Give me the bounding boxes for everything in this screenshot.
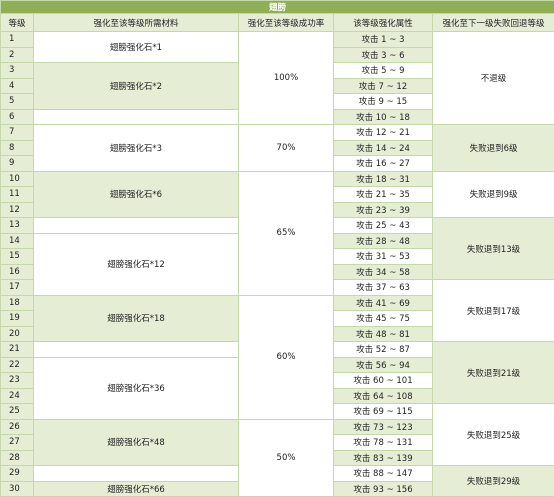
level-cell: 4 (1, 78, 34, 94)
header-level: 等级 (1, 14, 34, 32)
material-cell (34, 342, 239, 358)
level-cell: 9 (1, 156, 34, 172)
material-cell (34, 466, 239, 482)
material-cell: 翅膀强化石*6 (34, 171, 239, 218)
fallback-cell: 失败退到6级 (433, 125, 554, 172)
attribute-cell: 攻击 23 ~ 39 (334, 202, 433, 218)
level-cell: 29 (1, 466, 34, 482)
level-cell: 18 (1, 295, 34, 311)
level-cell: 24 (1, 388, 34, 404)
level-cell: 13 (1, 218, 34, 234)
level-cell: 20 (1, 326, 34, 342)
attribute-cell: 攻击 16 ~ 27 (334, 156, 433, 172)
level-cell: 27 (1, 435, 34, 451)
material-cell: 翅膀强化石*36 (34, 357, 239, 419)
level-cell: 10 (1, 171, 34, 187)
material-cell: 翅膀强化石*48 (34, 419, 239, 466)
level-cell: 2 (1, 47, 34, 63)
attribute-cell: 攻击 37 ~ 63 (334, 280, 433, 296)
attribute-cell: 攻击 5 ~ 9 (334, 63, 433, 79)
attribute-cell: 攻击 64 ~ 108 (334, 388, 433, 404)
level-cell: 5 (1, 94, 34, 110)
level-cell: 12 (1, 202, 34, 218)
attribute-cell: 攻击 73 ~ 123 (334, 419, 433, 435)
material-cell: 翅膀强化石*2 (34, 63, 239, 110)
header-fallback: 强化至下一级失败回退等级 (433, 14, 554, 32)
material-cell: 翅膀强化石*3 (34, 125, 239, 172)
level-cell: 28 (1, 450, 34, 466)
table-title: 翅膀 (1, 1, 554, 14)
attribute-cell: 攻击 48 ~ 81 (334, 326, 433, 342)
level-cell: 11 (1, 187, 34, 203)
table-row: 7翅膀强化石*370%攻击 12 ~ 21失败退到6级 (1, 125, 554, 141)
material-cell (34, 109, 239, 125)
fallback-cell: 失败退到17级 (433, 280, 554, 342)
level-cell: 26 (1, 419, 34, 435)
success-rate-cell: 70% (239, 125, 334, 172)
header-row: 等级 强化至该等级所需材料 强化至该等级成功率 该等级强化属性 强化至下一级失败… (1, 14, 554, 32)
level-cell: 1 (1, 32, 34, 48)
success-rate-cell: 60% (239, 295, 334, 419)
wing-enhance-table: 翅膀 等级 强化至该等级所需材料 强化至该等级成功率 该等级强化属性 强化至下一… (0, 0, 554, 497)
level-cell: 19 (1, 311, 34, 327)
attribute-cell: 攻击 69 ~ 115 (334, 404, 433, 420)
attribute-cell: 攻击 7 ~ 12 (334, 78, 433, 94)
header-success-rate: 强化至该等级成功率 (239, 14, 334, 32)
attribute-cell: 攻击 12 ~ 21 (334, 125, 433, 141)
level-cell: 21 (1, 342, 34, 358)
table-row: 10翅膀强化石*665%攻击 18 ~ 31失败退到9级 (1, 171, 554, 187)
attribute-cell: 攻击 60 ~ 101 (334, 373, 433, 389)
level-cell: 14 (1, 233, 34, 249)
fallback-cell: 失败退到29级 (433, 466, 554, 497)
attribute-cell: 攻击 31 ~ 53 (334, 249, 433, 265)
success-rate-cell: 100% (239, 32, 334, 125)
attribute-cell: 攻击 34 ~ 58 (334, 264, 433, 280)
level-cell: 16 (1, 264, 34, 280)
material-cell (34, 218, 239, 234)
attribute-cell: 攻击 25 ~ 43 (334, 218, 433, 234)
attribute-cell: 攻击 45 ~ 75 (334, 311, 433, 327)
attribute-cell: 攻击 93 ~ 156 (334, 481, 433, 497)
attribute-cell: 攻击 56 ~ 94 (334, 357, 433, 373)
attribute-cell: 攻击 83 ~ 139 (334, 450, 433, 466)
attribute-cell: 攻击 78 ~ 131 (334, 435, 433, 451)
fallback-cell: 不退级 (433, 32, 554, 125)
fallback-cell: 失败退到9级 (433, 171, 554, 218)
material-cell: 翅膀强化石*12 (34, 233, 239, 295)
attribute-cell: 攻击 41 ~ 69 (334, 295, 433, 311)
success-rate-cell: 50% (239, 419, 334, 497)
success-rate-cell: 65% (239, 171, 334, 295)
attribute-cell: 攻击 10 ~ 18 (334, 109, 433, 125)
attribute-cell: 攻击 3 ~ 6 (334, 47, 433, 63)
attribute-cell: 攻击 21 ~ 35 (334, 187, 433, 203)
attribute-cell: 攻击 18 ~ 31 (334, 171, 433, 187)
level-cell: 8 (1, 140, 34, 156)
level-cell: 23 (1, 373, 34, 389)
attribute-cell: 攻击 88 ~ 147 (334, 466, 433, 482)
level-cell: 3 (1, 63, 34, 79)
level-cell: 25 (1, 404, 34, 420)
material-cell: 翅膀强化石*66 (34, 481, 239, 497)
level-cell: 15 (1, 249, 34, 265)
attribute-cell: 攻击 52 ~ 87 (334, 342, 433, 358)
header-material: 强化至该等级所需材料 (34, 14, 239, 32)
level-cell: 6 (1, 109, 34, 125)
attribute-cell: 攻击 28 ~ 48 (334, 233, 433, 249)
fallback-cell: 失败退到25级 (433, 404, 554, 466)
level-cell: 7 (1, 125, 34, 141)
fallback-cell: 失败退到21级 (433, 342, 554, 404)
material-cell: 翅膀强化石*1 (34, 32, 239, 63)
level-cell: 17 (1, 280, 34, 296)
level-cell: 22 (1, 357, 34, 373)
fallback-cell: 失败退到13级 (433, 218, 554, 280)
material-cell: 翅膀强化石*18 (34, 295, 239, 342)
attribute-cell: 攻击 9 ~ 15 (334, 94, 433, 110)
attribute-cell: 攻击 1 ~ 3 (334, 32, 433, 48)
attribute-cell: 攻击 14 ~ 24 (334, 140, 433, 156)
table-row: 1翅膀强化石*1100%攻击 1 ~ 3不退级 (1, 32, 554, 48)
header-attribute: 该等级强化属性 (334, 14, 433, 32)
level-cell: 30 (1, 481, 34, 497)
